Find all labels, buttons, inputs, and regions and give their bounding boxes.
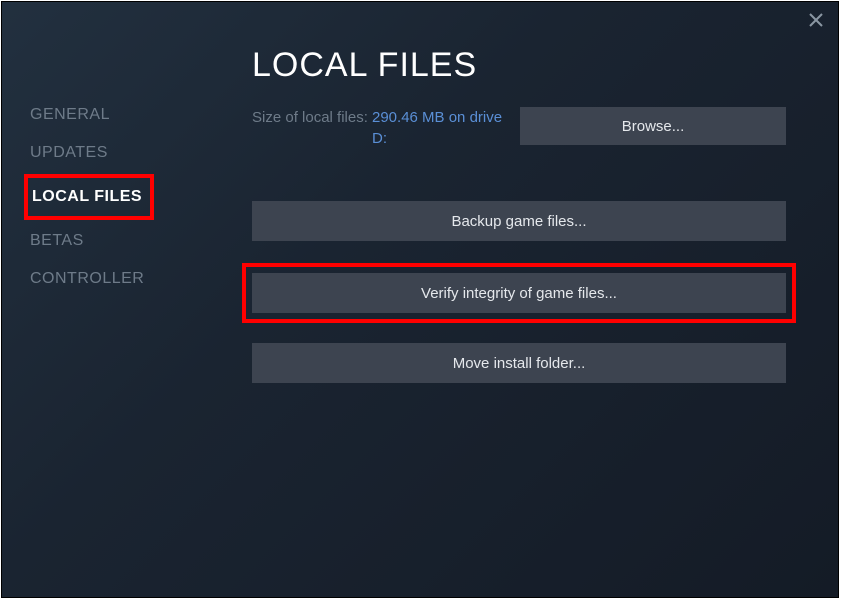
close-icon [808,12,824,28]
properties-window: GENERAL UPDATES LOCAL FILES BETAS CONTRO… [1,1,839,598]
main-panel: LOCAL FILES Size of local files: 290.46 … [202,2,838,597]
move-install-folder-button[interactable]: Move install folder... [252,343,786,383]
backup-game-files-button[interactable]: Backup game files... [252,201,786,241]
sidebar-item-updates[interactable]: UPDATES [30,136,108,170]
highlight-local-files: LOCAL FILES [24,174,154,220]
browse-button[interactable]: Browse... [520,107,786,145]
sidebar: GENERAL UPDATES LOCAL FILES BETAS CONTRO… [2,2,202,597]
sidebar-item-general[interactable]: GENERAL [30,98,110,132]
verify-integrity-button[interactable]: Verify integrity of game files... [252,273,786,313]
highlight-verify-integrity: Verify integrity of game files... [242,263,796,323]
content-area: GENERAL UPDATES LOCAL FILES BETAS CONTRO… [2,2,838,597]
sidebar-item-betas[interactable]: BETAS [30,224,84,258]
size-row: Size of local files: 290.46 MB on drive … [252,107,786,149]
size-label: Size of local files: [252,107,372,128]
sidebar-item-controller[interactable]: CONTROLLER [30,262,144,296]
page-title: LOCAL FILES [252,46,786,85]
sidebar-item-local-files[interactable]: LOCAL FILES [32,180,142,214]
close-button[interactable] [808,12,824,33]
size-value-link[interactable]: 290.46 MB on drive D: [372,107,512,149]
